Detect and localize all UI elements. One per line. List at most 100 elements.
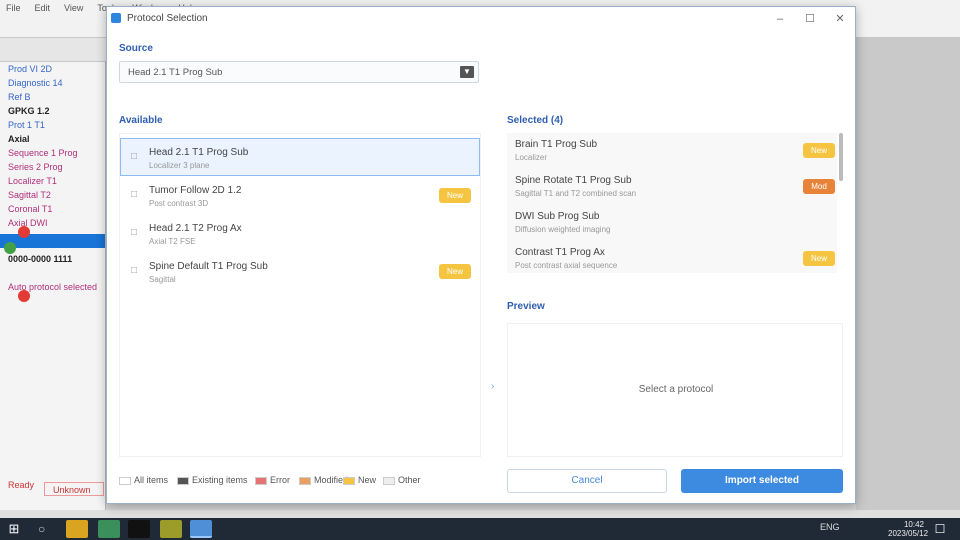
available-list: □ Head 2.1 T1 Prog Sub Localizer 3 plane □ T… — [119, 133, 481, 457]
item-title: Tumor Follow 2D 1.2 — [149, 185, 242, 196]
menu-item[interactable]: View — [64, 3, 83, 13]
background-line: 0000-0000 1111 — [8, 254, 73, 264]
checkbox-icon[interactable]: □ — [131, 189, 137, 200]
selected-list-item[interactable]: DWI Sub Prog Sub Diffusion weighted imagi… — [507, 205, 837, 241]
checkbox-icon[interactable]: □ — [131, 151, 137, 162]
legend-label: Error — [270, 475, 290, 485]
legend-item: All items — [119, 475, 168, 485]
windows-start-icon[interactable]: ⊞ — [6, 521, 22, 537]
preview-section-label: Preview — [507, 301, 545, 312]
legend-swatch — [343, 476, 355, 485]
taskbar: ⊞ ○ ENG 10:42 2023/05/12 ☐ — [0, 518, 960, 540]
transfer-arrow-icon[interactable]: › — [491, 381, 494, 392]
item-subtitle: Localizer — [515, 153, 548, 162]
item-subtitle: Post contrast 3D — [149, 199, 209, 208]
taskbar-app-terminal[interactable] — [128, 520, 150, 538]
selected-list-item[interactable]: Spine Rotate T1 Prog Sub Sagittal T1 and … — [507, 169, 837, 205]
background-line: Sagittal T2 — [8, 190, 51, 200]
close-icon[interactable]: ✕ — [827, 9, 853, 29]
item-title: DWI Sub Prog Sub — [515, 211, 600, 222]
available-list-item[interactable]: □ Spine Default T1 Prog Sub Sagittal New — [120, 252, 480, 290]
legend-swatch — [255, 476, 267, 485]
error-indicator-icon — [18, 226, 30, 238]
item-subtitle: Localizer 3 plane — [149, 161, 210, 170]
background-line: Sequence 1 Prog — [8, 148, 78, 158]
preview-empty-text: Select a protocol — [638, 384, 714, 395]
item-title: Spine Rotate T1 Prog Sub — [515, 175, 632, 186]
chevron-down-icon[interactable]: ▼ — [460, 66, 474, 78]
available-list-item[interactable]: □ Tumor Follow 2D 1.2 Post contrast 3D New — [120, 176, 480, 214]
checkbox-icon[interactable]: □ — [131, 265, 137, 276]
background-line: GPKG 1.2 — [8, 106, 50, 116]
legend-swatch — [383, 476, 395, 485]
legend-item: Other — [383, 475, 421, 485]
taskbar-app-2[interactable] — [160, 520, 182, 538]
item-subtitle: Sagittal T1 and T2 combined scan — [515, 189, 637, 198]
source-select[interactable]: Head 2.1 T1 Prog Sub ▼ — [119, 61, 479, 83]
status-badge: New — [803, 143, 835, 158]
checkbox-icon[interactable]: □ — [131, 227, 137, 238]
background-line: Prot 1 T1 — [8, 120, 45, 130]
legend-label: All items — [134, 475, 169, 485]
taskbar-app-1[interactable] — [98, 520, 120, 538]
clock[interactable]: 10:42 2023/05/12 — [888, 520, 929, 538]
background-status-mid: Unknown — [44, 482, 104, 496]
legend-swatch — [119, 476, 131, 485]
minimize-icon[interactable]: – — [767, 9, 793, 29]
clock-date: 2023/05/12 — [888, 529, 929, 538]
item-subtitle: Diffusion weighted imaging — [515, 225, 611, 234]
available-section-label: Available — [119, 115, 163, 126]
background-line: Coronal T1 — [8, 204, 53, 214]
selected-list-item[interactable]: Contrast T1 Prog Ax Post contrast axial s… — [507, 241, 837, 273]
item-title: Spine Default T1 Prog Sub — [149, 261, 268, 272]
legend-label: New — [358, 475, 377, 485]
legend-label: Other — [398, 475, 421, 485]
background-line: Axial DWI — [8, 218, 48, 228]
preview-panel: Select a protocol — [507, 323, 843, 457]
item-subtitle: Axial T2 FSE — [149, 237, 196, 246]
search-icon[interactable]: ○ — [38, 521, 54, 537]
taskbar-app-active[interactable] — [190, 520, 212, 538]
menu-item[interactable]: File — [6, 3, 21, 13]
notification-icon[interactable]: ☐ — [932, 521, 948, 537]
item-title: Brain T1 Prog Sub — [515, 139, 598, 150]
dialog-title: Protocol Selection — [127, 13, 208, 24]
legend-label: Existing items — [192, 475, 248, 485]
legend-item: New — [343, 475, 376, 485]
selected-list-item[interactable]: Brain T1 Prog Sub Localizer New — [507, 133, 837, 169]
legend-item: Error — [255, 475, 290, 485]
cancel-button[interactable]: Cancel — [507, 469, 667, 493]
status-badge: New — [439, 188, 471, 203]
background-right-area — [856, 38, 960, 510]
status-badge: Mod — [803, 179, 835, 194]
background-status-left: Ready — [8, 480, 35, 490]
source-section-label: Source — [119, 43, 153, 54]
menu-item[interactable]: Edit — [35, 3, 51, 13]
legend-item: Modified — [299, 475, 348, 485]
item-title: Contrast T1 Prog Ax — [515, 247, 605, 258]
protocol-dialog: Protocol Selection – ☐ ✕ Source Head 2.1… — [106, 6, 856, 504]
status-badge: New — [439, 264, 471, 279]
system-tray[interactable]: ENG — [820, 522, 840, 532]
app-icon — [111, 13, 121, 23]
background-line: Auto protocol selected — [8, 282, 98, 292]
error-indicator-icon — [18, 290, 30, 302]
maximize-icon[interactable]: ☐ — [797, 9, 823, 29]
source-select-value: Head 2.1 T1 Prog Sub — [128, 67, 223, 78]
scrollbar-thumb[interactable] — [839, 133, 843, 181]
item-subtitle: Sagittal — [149, 275, 176, 284]
background-statusbar — [0, 510, 960, 518]
status-badge: New — [803, 251, 835, 266]
legend-swatch — [299, 476, 311, 485]
import-button[interactable]: Import selected — [681, 469, 843, 493]
item-title: Head 2.1 T1 Prog Sub — [149, 147, 249, 158]
background-left-panel: Prod VI 2D Diagnostic 14 Ref B GPKG 1.2 Prot… — [0, 62, 106, 510]
selected-section-label: Selected (4) — [507, 115, 564, 126]
taskbar-app-explorer[interactable] — [66, 520, 88, 538]
dialog-titlebar: Protocol Selection – ☐ ✕ — [107, 7, 855, 31]
available-list-item[interactable]: □ Head 2.1 T1 Prog Sub Localizer 3 plane — [120, 138, 480, 176]
item-title: Head 2.1 T2 Prog Ax — [149, 223, 242, 234]
background-line: Axial — [8, 134, 30, 144]
ok-indicator-icon — [4, 242, 16, 254]
available-list-item[interactable]: □ Head 2.1 T2 Prog Ax Axial T2 FSE — [120, 214, 480, 252]
